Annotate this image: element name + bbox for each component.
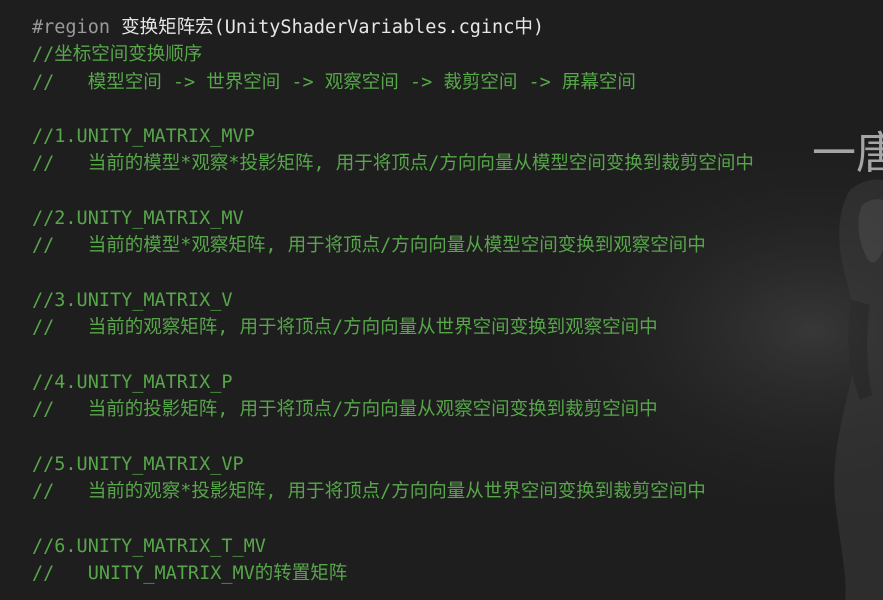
comment-line: //坐标空间变换顺序 <box>32 44 203 66</box>
comment-line: // 当前的观察矩阵, 用于将顶点/方向向量从世界空间变换到观察空间中 <box>32 317 658 339</box>
region-line: #region 变换矩阵宏(UnityShaderVariables.cginc… <box>32 14 883 41</box>
comment-line: //3.UNITY_MATRIX_V <box>32 289 233 311</box>
comment-line: // 模型空间 -> 世界空间 -> 观察空间 -> 裁剪空间 -> 屏幕空间 <box>32 71 636 93</box>
comment-line: // 当前的投影矩阵, 用于将顶点/方向向量从观察空间变换到裁剪空间中 <box>32 399 658 421</box>
comment-line: // 当前的观察*投影矩阵, 用于将顶点/方向向量从世界空间变换到裁剪空间中 <box>32 481 706 503</box>
comment-line: //6.UNITY_MATRIX_T_MV <box>32 535 266 557</box>
comment-line: //1.UNITY_MATRIX_MVP <box>32 126 255 148</box>
comment-line: // 当前的模型*观察*投影矩阵, 用于将顶点/方向向量从模型空间变换到裁剪空间… <box>32 153 754 175</box>
comment-line: // UNITY_MATRIX_MV的转置矩阵 <box>32 562 348 584</box>
code-editor[interactable]: #region 变换矩阵宏(UnityShaderVariables.cginc… <box>32 14 883 587</box>
comment-line: //4.UNITY_MATRIX_P <box>32 371 233 393</box>
region-keyword: #region <box>32 17 110 38</box>
code-lines: //坐标空间变换顺序 // 模型空间 -> 世界空间 -> 观察空间 -> 裁剪空… <box>32 41 883 587</box>
comment-line: // 当前的模型*观察矩阵, 用于将顶点/方向向量从模型空间变换到观察空间中 <box>32 235 706 257</box>
comment-line: //5.UNITY_MATRIX_VP <box>32 453 244 475</box>
comment-line: //2.UNITY_MATRIX_MV <box>32 208 244 230</box>
region-title: 变换矩阵宏(UnityShaderVariables.cginc中) <box>121 17 544 38</box>
